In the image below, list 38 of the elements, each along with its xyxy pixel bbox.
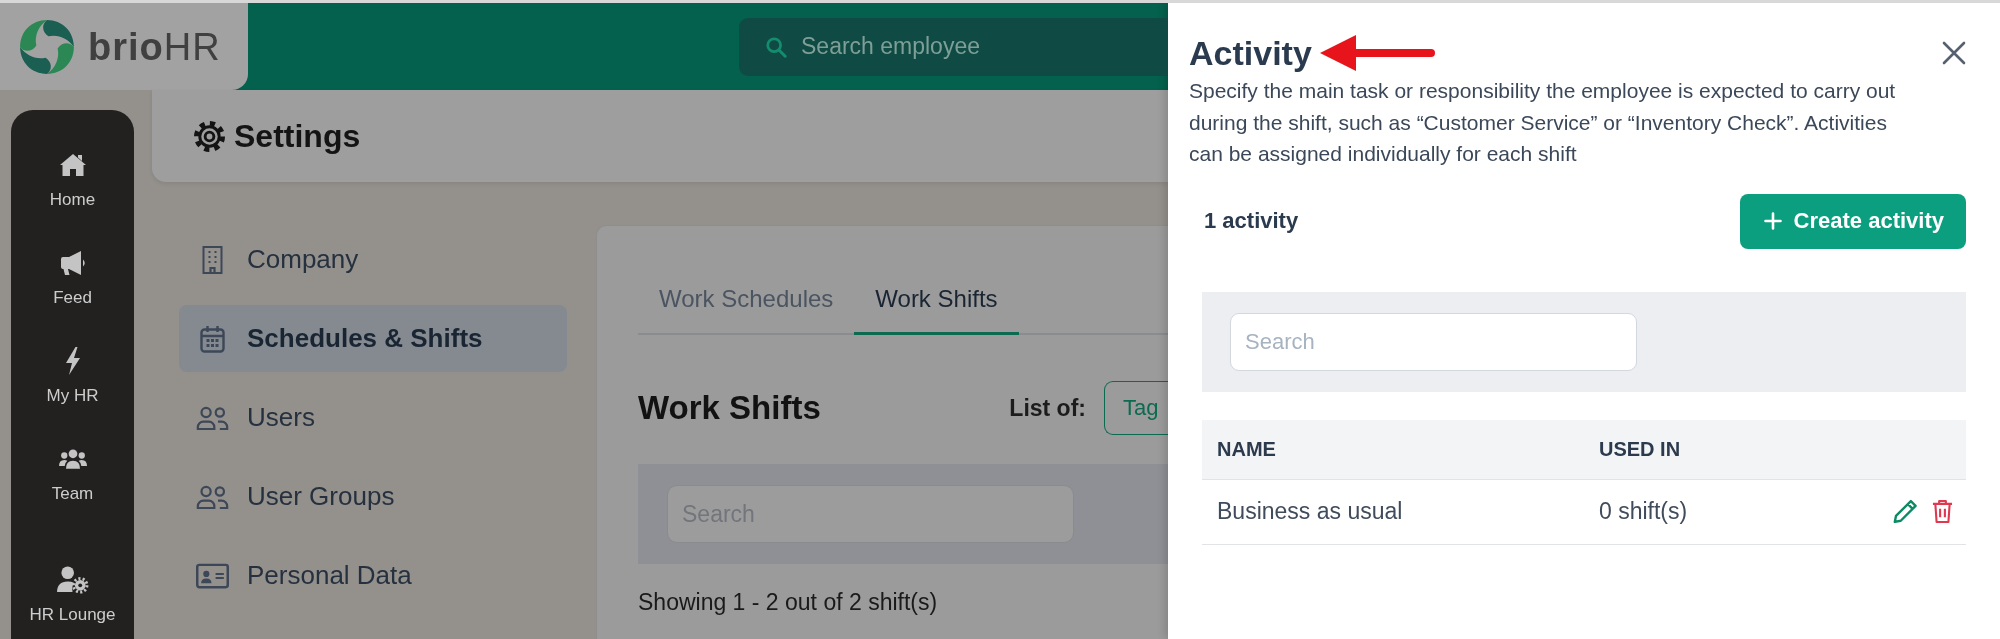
activity-count: 1 activity [1204, 208, 1299, 234]
sidebar-item[interactable]: My HR [19, 347, 126, 406]
tab[interactable]: Work Shifts [854, 266, 1019, 335]
column-header: USED IN [1599, 437, 1681, 461]
sidebar-item[interactable]: Home [19, 151, 126, 210]
panel-description: Specify the main task or responsibility the employee is expected to carry out during the shift, such as “Customer Service” or “Inventory Check”. Activities can be assigned individually for each shift [1189, 78, 1897, 167]
sidebar-item[interactable]: Feed [19, 249, 126, 308]
logo-text: brioHR [88, 24, 221, 69]
results-summary: Showing 1 - 2 out of 2 shift(s) [638, 588, 938, 616]
trash-icon[interactable] [1932, 499, 1953, 524]
arrow-icon [1319, 35, 1435, 71]
nav-item[interactable]: User Groups [179, 463, 567, 530]
logo-icon [19, 18, 75, 75]
section-title: Work Shifts [638, 389, 821, 427]
nav-item[interactable]: Schedules & Shifts [179, 305, 567, 372]
nav-item[interactable]: Personal Data [179, 542, 567, 609]
nav-item[interactable]: Company [179, 226, 567, 293]
tab[interactable]: Work Schedules [638, 266, 855, 335]
plus-icon [1763, 212, 1782, 230]
create-activity-button[interactable]: Create activity [1739, 193, 1966, 249]
sidebar-item[interactable]: Team [19, 445, 126, 504]
search-icon [765, 35, 787, 58]
search-field[interactable]: Search employee [739, 17, 1168, 76]
home-icon [58, 151, 87, 179]
nav-item[interactable]: Users [179, 384, 567, 451]
table-cell: Business as usual [1217, 498, 1403, 525]
sidebar-item[interactable]: HR Lounge [19, 566, 126, 625]
user-gear-icon [56, 566, 89, 594]
gear-icon [193, 119, 226, 153]
page-title: Settings [234, 117, 361, 155]
close-icon[interactable] [1942, 41, 1966, 65]
id-card-icon [196, 561, 229, 590]
table-cell: 0 shift(s) [1599, 498, 1688, 525]
panel-title: Activity [1189, 33, 1312, 73]
megaphone-icon [58, 249, 87, 277]
list-of-label: List of: [1009, 394, 1086, 422]
pencil-icon[interactable] [1893, 499, 1918, 524]
column-header: NAME [1217, 437, 1276, 461]
